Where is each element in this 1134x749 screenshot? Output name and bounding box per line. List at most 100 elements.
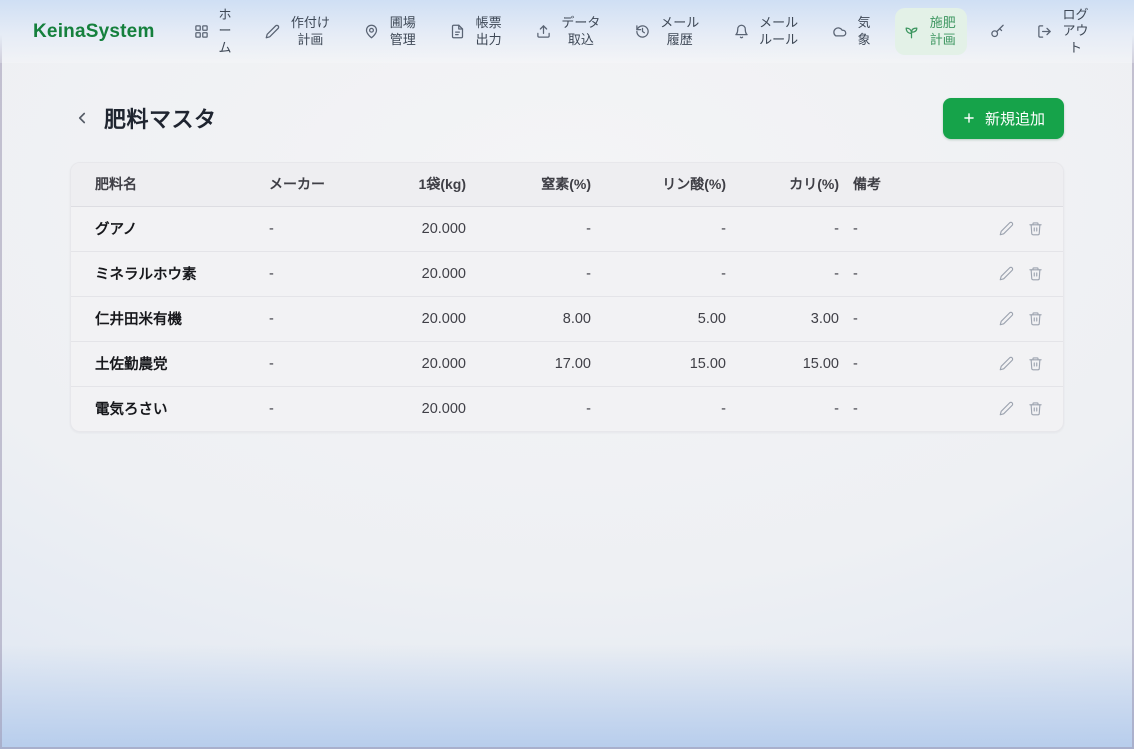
edit-button[interactable] xyxy=(996,354,1016,374)
page-header: 肥料マスタ 新規追加 xyxy=(70,98,1064,138)
nav-item-weather[interactable]: 気象 xyxy=(823,8,881,55)
nav-menu: ホーム 作付け計画 圃場管理帳票出力データ取込メール履歴 メールルール気象施肥計画 ログ… xyxy=(185,0,1100,63)
table-row: ミネラルホウ素-20.000---- xyxy=(71,251,1063,296)
cell-fertilizer-name: グアノ xyxy=(71,206,269,251)
cell-actions xyxy=(953,296,1063,341)
logout-icon xyxy=(1037,24,1052,39)
sprout-icon xyxy=(904,24,919,39)
bell-icon xyxy=(734,24,749,39)
trash-icon xyxy=(1028,356,1043,371)
cell-fertilizer-name: 土佐勤農党 xyxy=(71,341,269,386)
plus-icon xyxy=(962,111,976,125)
cell-actions xyxy=(953,206,1063,251)
column-header-nitrogen: 窒素(%) xyxy=(466,163,591,206)
chevron-left-icon xyxy=(73,109,91,127)
top-nav: KeinaSystem ホーム 作付け計画 圃場管理帳票出力データ取込メール履歴 メー… xyxy=(0,0,1134,63)
delete-button[interactable] xyxy=(1025,264,1045,284)
cell-phosphate: - xyxy=(591,206,726,251)
pencil-icon xyxy=(265,24,280,39)
edit-button[interactable] xyxy=(996,219,1016,239)
nav-item-fertilization-plan[interactable]: 施肥計画 xyxy=(895,8,967,55)
upload-icon xyxy=(536,24,551,39)
nav-item-mail-history[interactable]: メール履歴 xyxy=(626,8,711,55)
cell-note: - xyxy=(839,386,953,431)
cell-potassium: 15.00 xyxy=(726,341,839,386)
edit-icon xyxy=(999,401,1014,416)
nav-item-field-management[interactable]: 圃場管理 xyxy=(355,8,427,55)
column-header-actions xyxy=(953,163,1063,206)
cell-maker: - xyxy=(269,296,369,341)
fertilizer-table-card: 肥料名メーカー1袋(kg)窒素(%)リン酸(%)カリ(%)備考 グアノ-20.0… xyxy=(70,162,1064,432)
table-row: 土佐勤農党-20.00017.0015.0015.00- xyxy=(71,341,1063,386)
nav-item-label: ホーム xyxy=(217,7,234,57)
cell-nitrogen: 8.00 xyxy=(466,296,591,341)
map-pin-icon xyxy=(364,24,379,39)
delete-button[interactable] xyxy=(1025,219,1045,239)
trash-icon xyxy=(1028,221,1043,236)
nav-item-report-output[interactable]: 帳票出力 xyxy=(441,8,513,55)
cell-phosphate: 5.00 xyxy=(591,296,726,341)
delete-button[interactable] xyxy=(1025,354,1045,374)
brand-logo[interactable]: KeinaSystem xyxy=(33,21,155,43)
delete-button[interactable] xyxy=(1025,399,1045,419)
nav-item-mail-rules[interactable]: メールルール xyxy=(725,8,810,55)
row-actions xyxy=(953,219,1045,239)
cell-actions xyxy=(953,341,1063,386)
nav-item-label: ログアウト xyxy=(1060,7,1091,57)
cell-note: - xyxy=(839,296,953,341)
cell-fertilizer-name: 電気ろさい xyxy=(71,386,269,431)
cell-nitrogen: - xyxy=(466,251,591,296)
column-header-fertilizer-name: 肥料名 xyxy=(71,163,269,206)
trash-icon xyxy=(1028,311,1043,326)
cell-maker: - xyxy=(269,206,369,251)
column-header-bag-kg: 1袋(kg) xyxy=(369,163,466,206)
column-header-phosphate: リン酸(%) xyxy=(591,163,726,206)
cell-phosphate: 15.00 xyxy=(591,341,726,386)
cell-nitrogen: 17.00 xyxy=(466,341,591,386)
cell-potassium: - xyxy=(726,386,839,431)
cell-fertilizer-name: ミネラルホウ素 xyxy=(71,251,269,296)
cell-actions xyxy=(953,251,1063,296)
nav-item-logout[interactable]: ログアウト xyxy=(1028,0,1100,63)
page-title: 肥料マスタ xyxy=(104,102,217,134)
cell-actions xyxy=(953,386,1063,431)
edit-button[interactable] xyxy=(996,309,1016,329)
cell-maker: - xyxy=(269,341,369,386)
cell-bag-kg: 20.000 xyxy=(369,386,466,431)
cell-fertilizer-name: 仁井田米有機 xyxy=(71,296,269,341)
document-icon xyxy=(450,24,465,39)
cell-nitrogen: - xyxy=(466,206,591,251)
cell-phosphate: - xyxy=(591,386,726,431)
nav-item-label: 作付け計画 xyxy=(288,15,332,48)
main-content: 肥料マスタ 新規追加 肥料名メーカー1袋(kg)窒素(%)リン酸(%)カリ(%)… xyxy=(0,98,1134,432)
column-header-maker: メーカー xyxy=(269,163,369,206)
nav-item-password[interactable] xyxy=(981,17,1014,46)
trash-icon xyxy=(1028,266,1043,281)
nav-item-label: 圃場管理 xyxy=(387,15,418,48)
cell-bag-kg: 20.000 xyxy=(369,251,466,296)
row-actions xyxy=(953,264,1045,284)
nav-item-data-import[interactable]: データ取込 xyxy=(527,8,612,55)
row-actions xyxy=(953,354,1045,374)
edit-button[interactable] xyxy=(996,399,1016,419)
add-new-button-label: 新規追加 xyxy=(985,108,1045,129)
history-icon xyxy=(635,24,650,39)
back-button[interactable] xyxy=(70,106,94,130)
table-row: 電気ろさい-20.000---- xyxy=(71,386,1063,431)
nav-item-home[interactable]: ホーム xyxy=(185,0,243,63)
nav-item-label: メールルール xyxy=(757,15,801,48)
cell-maker: - xyxy=(269,386,369,431)
cell-bag-kg: 20.000 xyxy=(369,341,466,386)
add-new-button[interactable]: 新規追加 xyxy=(943,98,1064,139)
edit-button[interactable] xyxy=(996,264,1016,284)
table-row: 仁井田米有機-20.0008.005.003.00- xyxy=(71,296,1063,341)
cell-maker: - xyxy=(269,251,369,296)
cell-note: - xyxy=(839,251,953,296)
key-icon xyxy=(990,24,1005,39)
nav-item-planting-plan[interactable]: 作付け計画 xyxy=(256,8,341,55)
row-actions xyxy=(953,399,1045,419)
delete-button[interactable] xyxy=(1025,309,1045,329)
edit-icon xyxy=(999,311,1014,326)
cell-nitrogen: - xyxy=(466,386,591,431)
row-actions xyxy=(953,309,1045,329)
